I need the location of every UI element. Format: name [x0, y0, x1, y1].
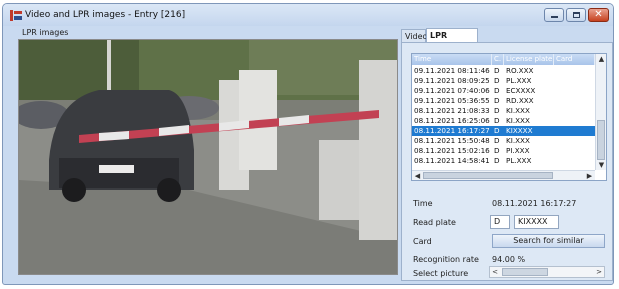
- table-row[interactable]: 08.11.2021 15:02:16 D PI.XXX: [412, 146, 595, 156]
- row-plate: PL.XXX: [506, 156, 532, 165]
- title-bar[interactable]: Video and LPR images - Entry [216] ✕: [3, 4, 613, 26]
- maximize-button[interactable]: [566, 8, 586, 22]
- row-country: D: [494, 126, 500, 135]
- row-plate: RO.XXX: [506, 66, 534, 75]
- lpr-camera-image: [18, 39, 398, 275]
- window-title: Video and LPR images - Entry [216]: [25, 10, 186, 20]
- table-row[interactable]: 08.11.2021 21:08:33 D KI.XXX: [412, 106, 595, 116]
- row-time: 08.11.2021 16:17:27: [414, 126, 490, 135]
- row-plate: ECXXXX: [506, 86, 536, 95]
- table-row[interactable]: 08.11.2021 14:58:41 D PL.XXX: [412, 156, 595, 166]
- row-plate: KI.XXX: [506, 106, 530, 115]
- minimize-icon: [551, 16, 558, 18]
- row-country: D: [494, 116, 500, 125]
- row-plate: PI.XXX: [506, 146, 530, 155]
- maximize-icon: [573, 12, 580, 18]
- column-header-time[interactable]: Time: [412, 54, 492, 65]
- lpr-images-label: LPR images: [22, 28, 69, 37]
- table-row[interactable]: 08.11.2021 15:50:48 D KI.XXX: [412, 136, 595, 146]
- row-country: D: [494, 146, 500, 155]
- row-country: D: [494, 66, 500, 75]
- minimize-button[interactable]: [544, 8, 564, 22]
- time-value: 08.11.2021 16:17:27: [492, 199, 577, 208]
- row-plate: KI.XXX: [506, 116, 530, 125]
- picture-next-icon[interactable]: >: [594, 267, 604, 277]
- table-row-selected[interactable]: 08.11.2021 16:17:27 D KIXXXX: [412, 126, 595, 136]
- table-header: Time C. License plate Card: [412, 54, 595, 65]
- row-time: 09.11.2021 05:36:55: [414, 96, 490, 105]
- plate-value-field[interactable]: KIXXXX: [514, 215, 559, 229]
- row-country: D: [494, 86, 500, 95]
- recognition-rate-label: Recognition rate: [413, 255, 479, 264]
- lpr-app-icon: [10, 10, 22, 21]
- row-time: 08.11.2021 14:58:41: [414, 156, 490, 165]
- select-picture-slider[interactable]: < >: [489, 266, 605, 278]
- card-label: Card: [413, 237, 432, 246]
- table-row[interactable]: 09.11.2021 05:36:55 D RD.XXX: [412, 96, 595, 106]
- table-row[interactable]: 09.11.2021 08:11:46 D RO.XXX: [412, 66, 595, 76]
- row-time: 08.11.2021 21:08:33: [414, 106, 490, 115]
- picture-prev-icon[interactable]: <: [490, 267, 500, 277]
- vertical-scroll-thumb[interactable]: [597, 120, 605, 160]
- tab-video[interactable]: Video: [401, 29, 427, 42]
- lpr-window: Video and LPR images - Entry [216] ✕ LPR…: [2, 3, 614, 285]
- time-label: Time: [413, 199, 433, 208]
- row-plate: KIXXXX: [506, 126, 533, 135]
- row-time: 08.11.2021 15:50:48: [414, 136, 490, 145]
- column-header-country[interactable]: C.: [492, 54, 504, 65]
- row-plate: PL.XXX: [506, 76, 532, 85]
- row-country: D: [494, 156, 500, 165]
- column-header-license-plate[interactable]: License plate: [504, 54, 554, 65]
- row-country: D: [494, 76, 500, 85]
- row-plate: KI.XXX: [506, 136, 530, 145]
- table-vertical-scrollbar[interactable]: ▲ ▼: [595, 54, 606, 170]
- select-picture-label: Select picture: [413, 269, 469, 278]
- row-time: 09.11.2021 08:09:25: [414, 76, 490, 85]
- table-row[interactable]: 08.11.2021 16:25:06 D KI.XXX: [412, 116, 595, 126]
- scroll-up-icon[interactable]: ▲: [596, 54, 606, 64]
- read-plate-label: Read plate: [413, 218, 456, 227]
- table-row[interactable]: 09.11.2021 07:40:06 D ECXXXX: [412, 86, 595, 96]
- row-time: 09.11.2021 08:11:46: [414, 66, 490, 75]
- row-country: D: [494, 106, 500, 115]
- close-button[interactable]: ✕: [588, 8, 609, 22]
- row-country: D: [494, 136, 500, 145]
- picture-slider-thumb[interactable]: [502, 268, 548, 276]
- row-country: D: [494, 96, 500, 105]
- search-for-similar-button[interactable]: Search for similar: [492, 234, 605, 248]
- table-horizontal-scrollbar[interactable]: ◀ ▶: [412, 170, 595, 180]
- column-header-card[interactable]: Card: [554, 54, 595, 65]
- lpr-results-table[interactable]: Time C. License plate Card 09.11.2021 08…: [411, 53, 607, 181]
- table-row[interactable]: 09.11.2021 08:09:25 D PL.XXX: [412, 76, 595, 86]
- recognition-rate-value: 94.00 %: [492, 255, 526, 264]
- scroll-right-icon[interactable]: ▶: [584, 171, 595, 180]
- horizontal-scroll-thumb[interactable]: [423, 172, 553, 179]
- plate-country-field[interactable]: D: [490, 215, 510, 229]
- row-time: 08.11.2021 16:25:06: [414, 116, 490, 125]
- close-icon: ✕: [594, 9, 603, 20]
- row-time: 08.11.2021 15:02:16: [414, 146, 490, 155]
- scroll-left-icon[interactable]: ◀: [412, 171, 423, 180]
- scroll-down-icon[interactable]: ▼: [596, 160, 606, 170]
- tab-lpr-images[interactable]: LPR images: [426, 28, 478, 53]
- row-time: 09.11.2021 07:40:06: [414, 86, 490, 95]
- lpr-photo-illustration: [19, 40, 397, 274]
- row-plate: RD.XXX: [506, 96, 534, 105]
